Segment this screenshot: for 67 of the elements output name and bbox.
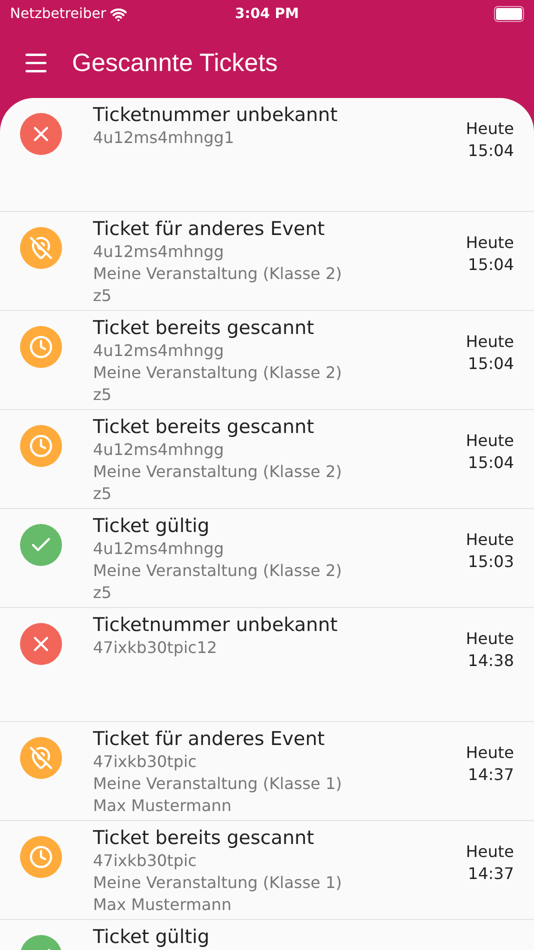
ticket-row[interactable]: Ticket bereits gescannt 4u12ms4mhngg Meine Veranstaltung (Klasse 2) z5 Heute 15:04 <box>0 311 534 410</box>
ticket-row[interactable]: Ticketnummer unbekannt 4u12ms4mhngg1 Heute 15:04 <box>0 98 534 212</box>
scan-day: Heute <box>466 841 514 863</box>
ticket-row[interactable]: Ticket gültig 4u12ms4mhngg Meine Veranstaltung (Klasse 2) z5 Heute 15:03 <box>0 509 534 608</box>
ticket-detail: z5 <box>93 582 112 604</box>
ticket-detail: 4u12ms4mhngg <box>93 340 224 362</box>
ticket-row[interactable]: Ticket für anderes Event 4u12ms4mhngg Meine Veranstaltung (Klasse 2) z5 Heute 15:04 <box>0 212 534 311</box>
ticket-detail: Max Mustermann <box>93 894 232 916</box>
ticket-detail: Meine Veranstaltung (Klasse 2) <box>93 560 342 582</box>
scan-day: Heute <box>466 430 514 452</box>
ticket-detail: 4u12ms4mhngg1 <box>93 127 234 149</box>
scan-day: Heute <box>466 742 514 764</box>
ticket-detail: 4u12ms4mhngg <box>93 241 224 263</box>
ticket-title: Ticketnummer unbekannt <box>93 613 338 637</box>
check-status-icon <box>20 524 62 566</box>
scan-day: Heute <box>466 232 514 254</box>
pin-off-status-icon <box>20 737 62 779</box>
scan-time: 14:38 <box>468 650 514 672</box>
ticket-title: Ticketnummer unbekannt <box>93 103 338 127</box>
ticket-title: Ticket bereits gescannt <box>93 316 314 340</box>
ticket-detail: 47ixkb30tpic12 <box>93 637 218 659</box>
clock-status-icon <box>20 425 62 467</box>
ticket-detail: Meine Veranstaltung (Klasse 2) <box>93 461 342 483</box>
scan-time: 15:03 <box>468 551 514 573</box>
ticket-title: Ticket bereits gescannt <box>93 415 314 439</box>
ticket-detail: z5 <box>93 483 112 505</box>
ticket-detail: Meine Veranstaltung (Klasse 2) <box>93 263 342 285</box>
wifi-icon <box>110 6 128 22</box>
ticket-title: Ticket gültig <box>93 514 210 538</box>
scan-day: Heute <box>466 118 514 140</box>
ticket-detail: Meine Veranstaltung (Klasse 1) <box>93 872 342 894</box>
scan-time: 15:04 <box>468 140 514 162</box>
ticket-detail: Max Mustermann <box>93 795 232 817</box>
ticket-title: Ticket gültig <box>93 925 210 949</box>
scan-time: 15:04 <box>468 254 514 276</box>
ticket-detail: 47ixkb30tpic <box>93 751 197 773</box>
clock-status-icon <box>20 326 62 368</box>
ticket-row[interactable]: Ticket für anderes Event 47ixkb30tpic Meine Veranstaltung (Klasse 1) Max Mustermann Heute 14:37 <box>0 722 534 821</box>
ticket-detail: z5 <box>93 285 112 307</box>
close-status-icon <box>20 623 62 665</box>
ticket-detail: Meine Veranstaltung (Klasse 1) <box>93 773 342 795</box>
ticket-row[interactable]: Ticketnummer unbekannt 47ixkb30tpic12 Heute 14:38 <box>0 608 534 722</box>
battery-icon <box>494 6 524 22</box>
ticket-row[interactable]: Ticket gültig <box>0 920 534 950</box>
ticket-title: Ticket für anderes Event <box>93 217 325 241</box>
ticket-detail: 4u12ms4mhngg <box>93 439 224 461</box>
status-time: 3:04 PM <box>235 6 299 22</box>
scan-day: Heute <box>466 628 514 650</box>
scan-day: Heute <box>466 331 514 353</box>
clock-status-icon <box>20 836 62 878</box>
ticket-title: Ticket bereits gescannt <box>93 826 314 850</box>
pin-off-status-icon <box>20 227 62 269</box>
ticket-row[interactable]: Ticket bereits gescannt 4u12ms4mhngg Meine Veranstaltung (Klasse 2) z5 Heute 15:04 <box>0 410 534 509</box>
ticket-detail: 4u12ms4mhngg <box>93 538 224 560</box>
scan-day: Heute <box>466 529 514 551</box>
ticket-row[interactable]: Ticket bereits gescannt 47ixkb30tpic Meine Veranstaltung (Klasse 1) Max Mustermann Heute 14:37 <box>0 821 534 920</box>
ticket-detail: 47ixkb30tpic <box>93 850 197 872</box>
scan-time: 14:37 <box>468 764 514 786</box>
carrier-name: Netzbetreiber <box>10 6 106 22</box>
app-title: Gescannte Tickets <box>72 48 278 78</box>
scan-time: 14:37 <box>468 863 514 885</box>
ticket-detail: Meine Veranstaltung (Klasse 2) <box>93 362 342 384</box>
close-status-icon <box>20 113 62 155</box>
scan-time: 15:04 <box>468 452 514 474</box>
ticket-detail: z5 <box>93 384 112 406</box>
ticket-title: Ticket für anderes Event <box>93 727 325 751</box>
scan-time: 15:04 <box>468 353 514 375</box>
